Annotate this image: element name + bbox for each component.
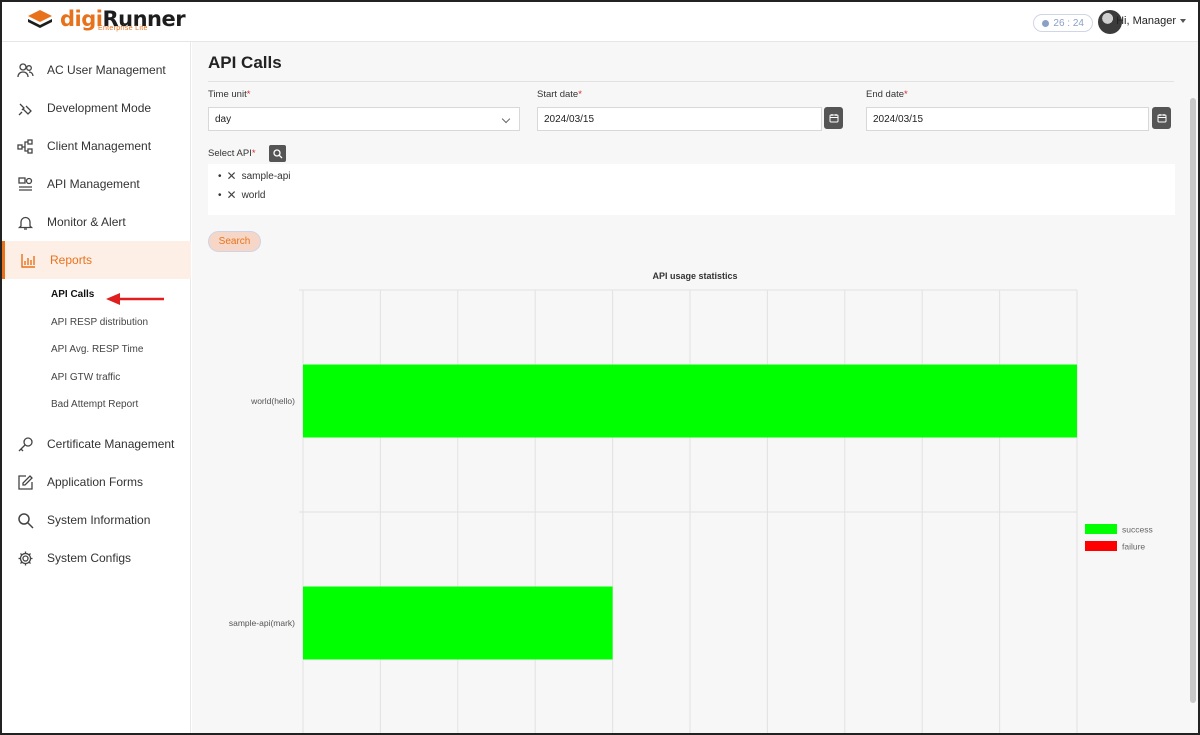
start-date-label: Start date* (537, 89, 582, 100)
sidebar-item-application-forms[interactable]: Application Forms (2, 463, 191, 501)
legend-label: success (1122, 525, 1153, 535)
logo-icon (28, 10, 52, 28)
end-date-label: End date* (866, 89, 908, 100)
timer-value: 26 : 24 (1053, 17, 1084, 29)
scrollbar[interactable] (1190, 98, 1196, 703)
sidebar-subitem-api-gtw-traffic[interactable]: API GTW traffic (51, 372, 120, 383)
chevron-down-icon (501, 114, 511, 124)
sidebar-item-label: AC User Management (47, 63, 166, 77)
sidebar-item-system-information[interactable]: System Information (2, 501, 191, 539)
sidebar-item-label: System Configs (47, 551, 132, 565)
start-date-input[interactable]: 2024/03/15 (537, 107, 822, 131)
edit-icon (16, 473, 34, 491)
search-icon (16, 511, 34, 529)
sidebar-item-ac-user-management[interactable]: AC User Management (2, 51, 191, 89)
end-date-input[interactable]: 2024/03/15 (866, 107, 1149, 131)
sidebar-item-label: Reports (50, 253, 93, 267)
bar (303, 586, 613, 660)
sidebar-item-api-management[interactable]: API Management (2, 165, 191, 203)
api-icon (16, 175, 34, 193)
time-unit-select[interactable]: day (208, 107, 520, 131)
time-unit-value: day (215, 113, 232, 125)
sidebar-item-label: Certificate Management (47, 437, 175, 451)
bar-chart-icon (19, 251, 37, 269)
sidebar-item-monitor-alert[interactable]: Monitor & Alert (2, 203, 191, 241)
sidebar-item-label: API Management (47, 177, 140, 191)
bell-icon (16, 213, 34, 231)
end-date-value: 2024/03/15 (873, 113, 924, 125)
legend-label: failure (1122, 542, 1145, 552)
gear-icon (16, 549, 34, 567)
users-icon (16, 61, 34, 79)
category-label: sample-api(mark) (229, 618, 295, 628)
selected-api-list: • ✕ sample-api • ✕ world (208, 164, 1175, 215)
calendar-icon[interactable] (824, 107, 843, 129)
sidebar-subitem-api-avg-resp-time[interactable]: API Avg. RESP Time (51, 344, 143, 355)
brand-name-part1: digi (60, 7, 103, 31)
legend-swatch (1085, 524, 1117, 534)
timer-icon (1042, 19, 1050, 27)
top-bar: digiRunner Enterprise Lite 26 : 24 Hi, M… (2, 2, 1198, 42)
main-content: API Calls Time unit* day Start date* 202… (192, 42, 1198, 733)
search-button[interactable]: Search (208, 231, 261, 252)
user-greeting: Hi, Manager (1116, 15, 1176, 27)
api-usage-chart: 00.51.01.52.02.53.03.54.04.55.0world(hel… (229, 289, 1153, 733)
sidebar-item-label: System Information (47, 513, 151, 527)
category-label: world(hello) (250, 396, 295, 406)
brand-subtitle: Enterprise Lite (98, 25, 148, 32)
list-item: • ✕ world (218, 188, 266, 202)
sidebar-subitem-bad-attempt-report[interactable]: Bad Attempt Report (51, 399, 138, 410)
list-item: • ✕ sample-api (218, 169, 291, 183)
page-title: API Calls (208, 53, 282, 72)
select-api-label: Select API* (208, 148, 256, 159)
key-icon (16, 435, 34, 453)
user-menu[interactable]: Hi, Manager (1116, 15, 1186, 27)
sidebar-item-certificate-management[interactable]: Certificate Management (2, 425, 191, 463)
sidebar-item-label: Application Forms (47, 475, 144, 489)
red-arrow-icon (106, 293, 164, 305)
api-name: sample-api (241, 170, 291, 182)
remove-icon[interactable]: ✕ (227, 169, 237, 183)
sidebar-item-label: Client Management (47, 139, 152, 153)
time-unit-label: Time unit* (208, 89, 251, 100)
legend-swatch (1085, 541, 1117, 551)
sidebar-subitem-api-resp-distribution[interactable]: API RESP distribution (51, 317, 148, 328)
client-tree-icon (16, 137, 34, 155)
sidebar-subitem-api-calls[interactable]: API Calls (51, 289, 94, 300)
divider (208, 81, 1174, 82)
search-api-button[interactable] (269, 145, 286, 162)
sidebar-item-label: Monitor & Alert (47, 215, 126, 229)
sidebar-item-label: Development Mode (47, 101, 152, 115)
sidebar-item-reports[interactable]: Reports (2, 241, 191, 279)
app-window: digiRunner Enterprise Lite 26 : 24 Hi, M… (0, 0, 1200, 735)
bar (303, 364, 1077, 438)
sidebar-item-development-mode[interactable]: Development Mode (2, 89, 191, 127)
sidebar-item-system-configs[interactable]: System Configs (2, 539, 191, 577)
sidebar: AC User Management Development Mode Clie… (2, 42, 191, 733)
sidebar-item-client-management[interactable]: Client Management (2, 127, 191, 165)
api-name: world (241, 189, 266, 201)
session-timer: 26 : 24 (1033, 14, 1093, 32)
code-icon (16, 99, 34, 117)
calendar-icon[interactable] (1152, 107, 1171, 129)
start-date-value: 2024/03/15 (544, 113, 595, 125)
remove-icon[interactable]: ✕ (227, 188, 237, 202)
caret-down-icon (1180, 19, 1186, 23)
